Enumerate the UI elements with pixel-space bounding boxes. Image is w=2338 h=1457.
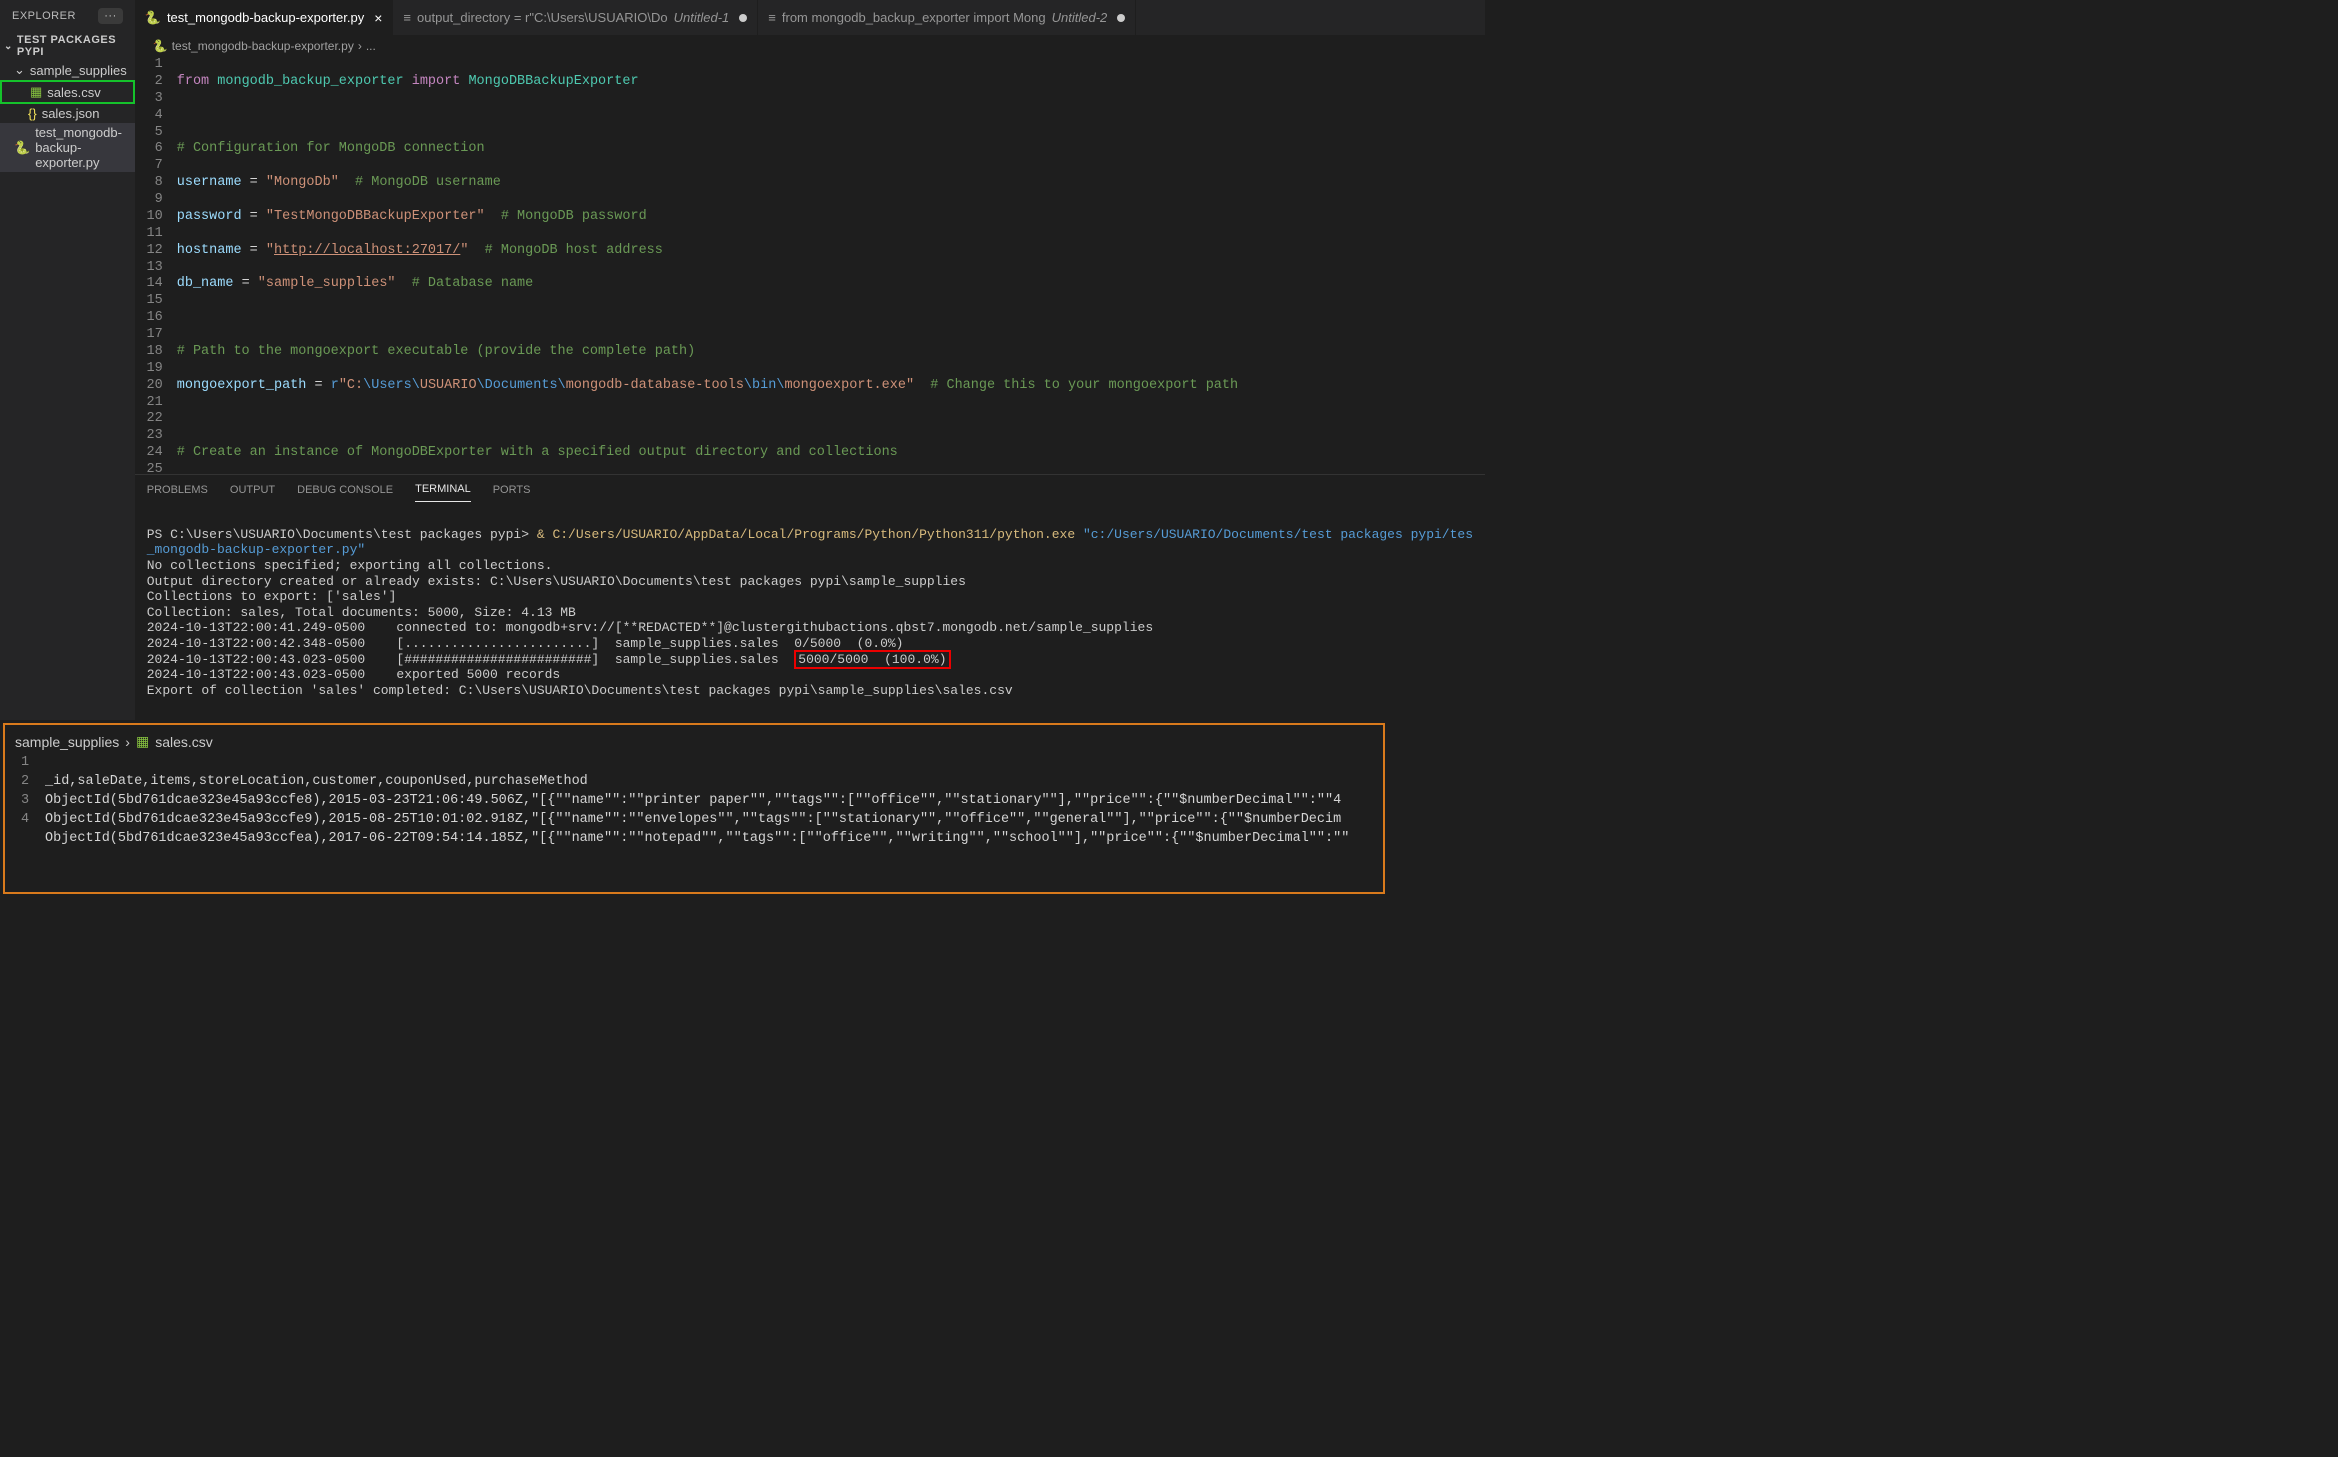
tab-bar: 🐍 test_mongodb-backup-exporter.py × ≡ ou…: [135, 0, 1485, 35]
dirty-indicator: [1117, 14, 1125, 22]
text-icon: ≡: [768, 10, 776, 25]
tab-untitled-2[interactable]: ≡ from mongodb_backup_exporter import Mo…: [758, 0, 1136, 35]
folder-sample-supplies[interactable]: ⌄ sample_supplies: [0, 60, 135, 80]
csv-editor[interactable]: 1234 _id,saleDate,items,storeLocation,cu…: [5, 754, 1383, 892]
chevron-down-icon: ⌄: [4, 41, 13, 52]
csv-content[interactable]: _id,saleDate,items,storeLocation,custome…: [45, 754, 1383, 886]
dirty-indicator: [739, 14, 747, 22]
terminal-tabs: PROBLEMS OUTPUT DEBUG CONSOLE TERMINAL P…: [135, 475, 1485, 505]
json-icon: {}: [28, 106, 37, 121]
explorer-title: EXPLORER: [12, 10, 76, 22]
file-test-mongodb-py[interactable]: 🐍 test_mongodb-backup-exporter.py: [0, 123, 135, 172]
highlighted-progress: 5000/5000 (100.0%): [794, 650, 950, 669]
csv-icon: ▦: [30, 84, 42, 100]
tab-ports[interactable]: PORTS: [493, 478, 531, 502]
python-icon: 🐍: [14, 140, 30, 156]
python-icon: 🐍: [153, 39, 168, 53]
tab-debug-console[interactable]: DEBUG CONSOLE: [297, 478, 393, 502]
chevron-down-icon: ⌄: [14, 62, 25, 78]
terminal-content[interactable]: PS C:\Users\USUARIO\Documents\test packa…: [135, 505, 1485, 720]
tab-problems[interactable]: PROBLEMS: [147, 478, 208, 502]
terminal-panel: PROBLEMS OUTPUT DEBUG CONSOLE TERMINAL P…: [135, 474, 1485, 720]
tab-terminal[interactable]: TERMINAL: [415, 477, 471, 502]
workspace-section[interactable]: ⌄ TEST PACKAGES PYPI: [0, 32, 135, 60]
file-sales-csv[interactable]: ▦ sales.csv: [0, 80, 135, 104]
python-icon: 🐍: [145, 10, 161, 26]
tab-output[interactable]: OUTPUT: [230, 478, 275, 502]
code-editor[interactable]: 1234567891011121314151617181920212223242…: [135, 57, 1485, 474]
csv-gutter: 1234: [5, 754, 45, 886]
gutter: 1234567891011121314151617181920212223242…: [135, 57, 177, 474]
csv-icon: ▦: [136, 733, 149, 750]
more-button[interactable]: ···: [98, 8, 123, 24]
sidebar: EXPLORER ··· ⌄ TEST PACKAGES PYPI ⌄ samp…: [0, 0, 135, 720]
csv-breadcrumb[interactable]: sample_supplies › ▦ sales.csv: [5, 725, 1383, 754]
file-sales-json[interactable]: {} sales.json: [0, 104, 135, 123]
tab-main-file[interactable]: 🐍 test_mongodb-backup-exporter.py ×: [135, 0, 394, 35]
tab-untitled-1[interactable]: ≡ output_directory = r"C:\Users\USUARIO\…: [393, 0, 758, 35]
csv-preview-panel: sample_supplies › ▦ sales.csv 1234 _id,s…: [3, 723, 1385, 894]
close-icon[interactable]: ×: [374, 10, 382, 26]
breadcrumb[interactable]: 🐍 test_mongodb-backup-exporter.py › ...: [135, 35, 1485, 57]
code-content[interactable]: from mongodb_backup_exporter import Mong…: [177, 57, 1485, 474]
text-icon: ≡: [403, 10, 411, 25]
